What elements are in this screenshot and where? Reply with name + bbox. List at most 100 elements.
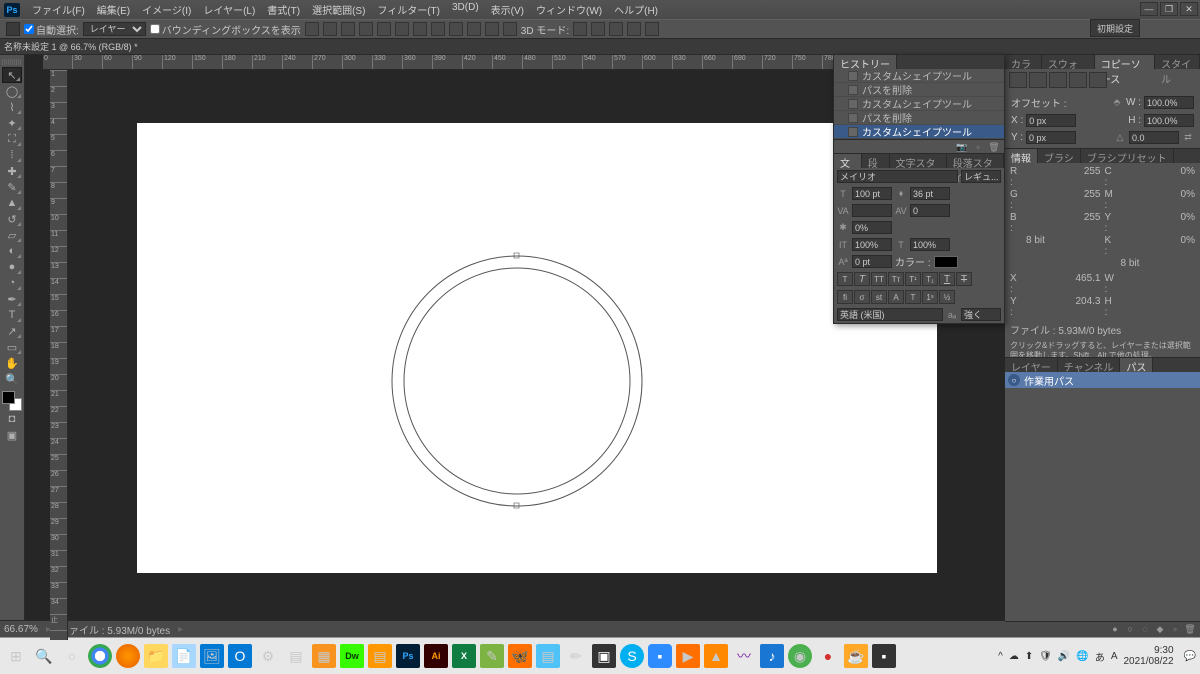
align-icon[interactable] bbox=[359, 22, 373, 36]
system-clock[interactable]: 9:30 2021/08/22 bbox=[1123, 645, 1177, 667]
3d-mode-icon[interactable] bbox=[609, 22, 623, 36]
distribute-icon[interactable] bbox=[449, 22, 463, 36]
opentype-button[interactable]: 1ˢ bbox=[922, 290, 938, 304]
trash-icon[interactable]: 🗑 bbox=[988, 141, 1000, 153]
font-size-input[interactable] bbox=[852, 187, 892, 200]
menu-select[interactable]: 選択範囲(S) bbox=[306, 0, 371, 19]
close-button[interactable]: ✕ bbox=[1180, 2, 1198, 16]
crop-tool[interactable]: ⛶ bbox=[2, 131, 22, 147]
opentype-button[interactable]: fi bbox=[837, 290, 853, 304]
history-item[interactable]: カスタムシェイプツール bbox=[834, 125, 1004, 139]
start-button[interactable]: ⊞ bbox=[4, 644, 28, 668]
tray-ime-icon[interactable]: あ bbox=[1095, 649, 1105, 664]
record-icon[interactable]: ● bbox=[816, 644, 840, 668]
pen-tool[interactable]: ✒ bbox=[2, 291, 22, 307]
tracking-input[interactable] bbox=[910, 204, 950, 217]
history-item[interactable]: カスタムシェイプツール bbox=[834, 69, 1004, 83]
opentype-button[interactable]: ½ bbox=[939, 290, 955, 304]
align-icon[interactable] bbox=[377, 22, 391, 36]
tray-icon[interactable]: ⬆ bbox=[1025, 651, 1033, 662]
move-tool[interactable]: ↖ bbox=[2, 67, 22, 83]
clone-source-icon[interactable] bbox=[1009, 72, 1027, 88]
3d-mode-icon[interactable] bbox=[645, 22, 659, 36]
menu-edit[interactable]: 編集(E) bbox=[91, 0, 136, 19]
path-outer-circle[interactable] bbox=[392, 256, 642, 506]
minimize-button[interactable]: — bbox=[1140, 2, 1158, 16]
explorer-icon[interactable]: 📁 bbox=[144, 644, 168, 668]
underline-button[interactable]: T bbox=[939, 272, 955, 286]
excel-icon[interactable]: X bbox=[452, 644, 476, 668]
font-style-select[interactable] bbox=[961, 170, 1001, 183]
notepad-icon[interactable]: 📄 bbox=[172, 644, 196, 668]
cortana-icon[interactable]: ○ bbox=[60, 644, 84, 668]
flip-icon[interactable]: ⇄ bbox=[1182, 132, 1194, 144]
tab-character[interactable]: 文字 bbox=[834, 154, 862, 168]
canvas[interactable] bbox=[137, 123, 937, 573]
chrome-icon[interactable] bbox=[88, 644, 112, 668]
auto-select-target[interactable]: レイヤー bbox=[83, 22, 146, 36]
opentype-button[interactable]: A bbox=[888, 290, 904, 304]
tab-history[interactable]: ヒストリー bbox=[834, 55, 897, 69]
distribute-icon[interactable] bbox=[431, 22, 445, 36]
media-icon[interactable]: ▶ bbox=[676, 644, 700, 668]
hscale-input[interactable] bbox=[910, 238, 950, 251]
align-icon[interactable] bbox=[395, 22, 409, 36]
menu-file[interactable]: ファイル(F) bbox=[26, 0, 91, 19]
dreamweaver-icon[interactable]: Dw bbox=[340, 644, 364, 668]
align-icon[interactable] bbox=[305, 22, 319, 36]
bold-button[interactable]: T bbox=[837, 272, 853, 286]
history-item[interactable]: パスを削除 bbox=[834, 111, 1004, 125]
stroke-path-icon[interactable]: ○ bbox=[1124, 623, 1136, 635]
settings-icon[interactable]: ⚙ bbox=[256, 644, 280, 668]
zoom-tool[interactable]: 🔍 bbox=[2, 371, 22, 387]
fill-path-icon[interactable]: ● bbox=[1109, 623, 1121, 635]
maximize-button[interactable]: ❐ bbox=[1160, 2, 1178, 16]
distribute-icon[interactable] bbox=[467, 22, 481, 36]
tab-paragraph[interactable]: 段落 bbox=[862, 154, 890, 168]
selection-to-path-icon[interactable]: ◆ bbox=[1154, 623, 1166, 635]
tab-clone-source[interactable]: コピーソース bbox=[1095, 55, 1155, 69]
current-tool-icon[interactable] bbox=[6, 22, 20, 36]
photoshop-icon[interactable]: Ps bbox=[396, 644, 420, 668]
terminal-icon[interactable]: ▪ bbox=[872, 644, 896, 668]
tab-brush-presets[interactable]: ブラシプリセット bbox=[1081, 149, 1174, 163]
hand-tool[interactable]: ✋ bbox=[2, 355, 22, 371]
clone-source-icon[interactable] bbox=[1069, 72, 1087, 88]
delete-path-icon[interactable]: 🗑 bbox=[1184, 623, 1196, 635]
history-brush-tool[interactable]: ↺ bbox=[2, 211, 22, 227]
app-icon[interactable]: ✎ bbox=[480, 644, 504, 668]
tab-para-style[interactable]: 段落スタイル bbox=[947, 154, 1004, 168]
zoom-level[interactable]: 66.67% bbox=[4, 624, 38, 635]
eyedropper-tool[interactable]: ⁞ bbox=[2, 147, 22, 163]
smallcaps-button[interactable]: Tᴛ bbox=[888, 272, 904, 286]
distribute-icon[interactable] bbox=[485, 22, 499, 36]
distribute-icon[interactable] bbox=[413, 22, 427, 36]
menu-image[interactable]: イメージ(I) bbox=[136, 0, 197, 19]
italic-button[interactable]: T bbox=[854, 272, 870, 286]
new-snapshot-icon[interactable]: 📷 bbox=[956, 141, 968, 153]
allcaps-button[interactable]: TT bbox=[871, 272, 887, 286]
tab-paths[interactable]: パス bbox=[1120, 358, 1153, 372]
X-input[interactable] bbox=[1026, 114, 1076, 127]
opentype-button[interactable]: st bbox=[871, 290, 887, 304]
opentype-button[interactable]: T bbox=[905, 290, 921, 304]
new-path-icon[interactable]: ▫ bbox=[1169, 623, 1181, 635]
tab-color[interactable]: カラー bbox=[1005, 55, 1042, 69]
subscript-button[interactable]: T₁ bbox=[922, 272, 938, 286]
app-icon[interactable]: ▦ bbox=[312, 644, 336, 668]
tab-swatches[interactable]: スウォッチ bbox=[1042, 55, 1095, 69]
baseline-input[interactable] bbox=[852, 255, 892, 268]
superscript-button[interactable]: T¹ bbox=[905, 272, 921, 286]
tab-channels[interactable]: チャンネル bbox=[1058, 358, 1121, 372]
firefox-icon[interactable] bbox=[116, 644, 140, 668]
marquee-tool[interactable]: ◯ bbox=[2, 83, 22, 99]
magic-wand-tool[interactable]: ✦ bbox=[2, 115, 22, 131]
illustrator-icon[interactable]: Ai bbox=[424, 644, 448, 668]
menu-filter[interactable]: フィルター(T) bbox=[371, 0, 446, 19]
skype-icon[interactable]: S bbox=[620, 644, 644, 668]
path-select-tool[interactable]: ↗ bbox=[2, 323, 22, 339]
history-item[interactable]: カスタムシェイプツール bbox=[834, 97, 1004, 111]
tray-chevron-icon[interactable]: ^ bbox=[998, 651, 1003, 662]
menu-3d[interactable]: 3D(D) bbox=[446, 0, 485, 19]
tray-network-icon[interactable]: 🌐 bbox=[1076, 651, 1088, 662]
